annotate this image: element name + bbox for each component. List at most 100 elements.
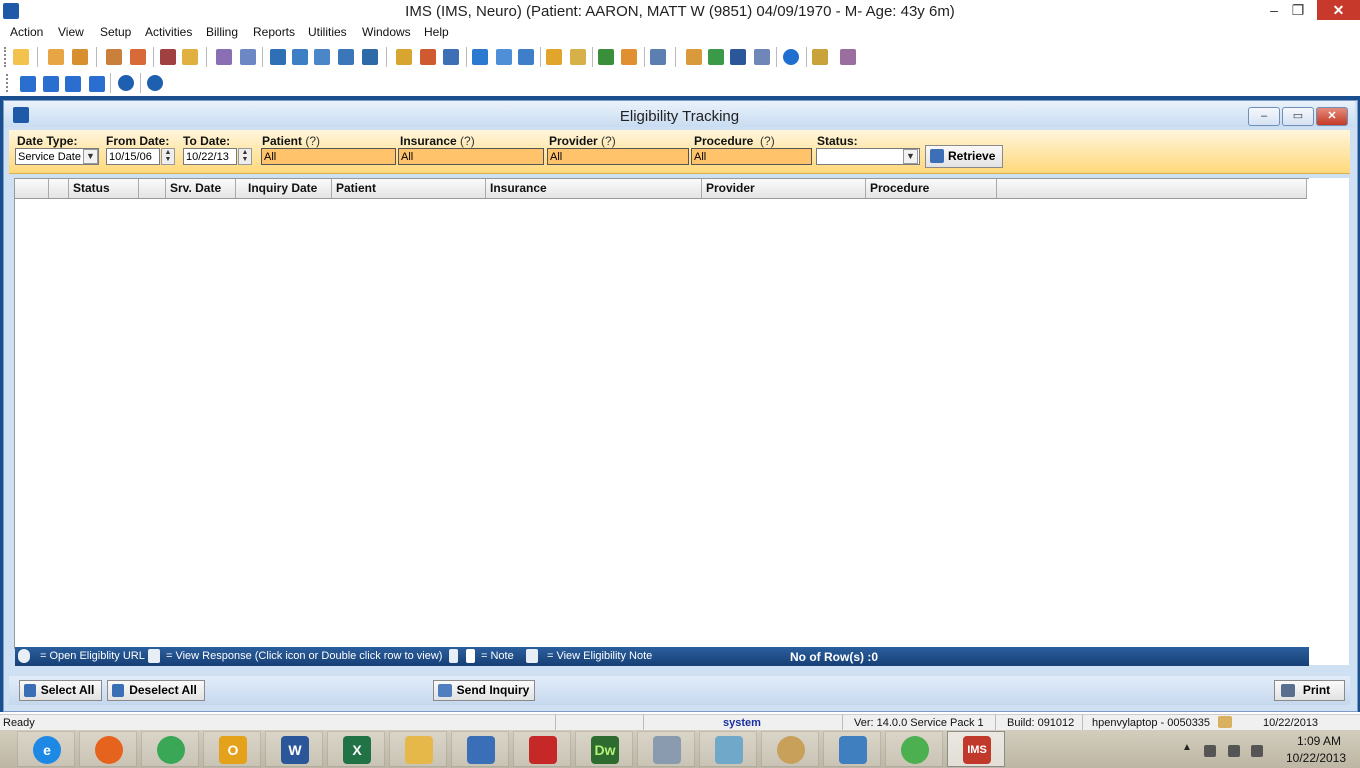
taskbar-word[interactable]: W	[265, 731, 323, 767]
send-inquiry-button[interactable]: Send Inquiry	[433, 680, 535, 701]
messages-icon[interactable]	[443, 49, 459, 65]
menu-help[interactable]: Help	[424, 25, 449, 39]
letters-icon[interactable]	[570, 49, 586, 65]
taskbar-calculator[interactable]	[637, 731, 695, 767]
taskbar-control-panel[interactable]	[823, 731, 881, 767]
charges-icon[interactable]	[292, 49, 308, 65]
taskbar-internet-explorer[interactable]: e	[17, 731, 75, 767]
taskbar-dragon[interactable]	[885, 731, 943, 767]
column-header-srv-date[interactable]: Srv. Date	[166, 179, 236, 198]
provider-help-link[interactable]: (?)	[601, 134, 616, 148]
procedure-help-link[interactable]: (?)	[760, 134, 775, 148]
refresh-icon[interactable]	[118, 75, 134, 91]
menu-action[interactable]: Action	[10, 25, 43, 39]
building-icon[interactable]	[650, 49, 666, 65]
word-export-icon[interactable]	[730, 49, 746, 65]
select-all-button[interactable]: Select All	[19, 680, 102, 701]
provider-field[interactable]: All	[547, 148, 689, 165]
column-header-procedure[interactable]: Procedure	[866, 179, 997, 198]
menu-utilities[interactable]: Utilities	[308, 25, 347, 39]
menu-setup[interactable]: Setup	[100, 25, 131, 39]
taskbar-dreamweaver[interactable]: Dw	[575, 731, 633, 767]
column-header-select[interactable]	[15, 179, 49, 198]
toolbar-grip[interactable]	[4, 47, 9, 67]
column-header-status[interactable]: Status	[69, 179, 139, 198]
battery-icon[interactable]	[1204, 745, 1216, 757]
volume-icon[interactable]	[1251, 745, 1263, 757]
first-record-icon[interactable]	[20, 76, 36, 92]
sync-icon[interactable]	[708, 49, 724, 65]
menu-view[interactable]: View	[58, 25, 84, 39]
previous-record-icon[interactable]	[43, 76, 59, 92]
document-icon[interactable]	[216, 49, 232, 65]
chevron-down-icon[interactable]: ▼	[83, 149, 98, 164]
restore-button[interactable]: ❐	[1284, 0, 1312, 20]
network-icon[interactable]	[1228, 745, 1240, 757]
chart-icon[interactable]	[598, 49, 614, 65]
print-button[interactable]: Print	[1274, 680, 1345, 701]
lock-icon[interactable]	[812, 49, 828, 65]
scan-icon[interactable]	[472, 49, 488, 65]
column-header-icon[interactable]	[49, 179, 69, 198]
patient-search-icon[interactable]	[48, 49, 64, 65]
fax-icon[interactable]	[496, 49, 512, 65]
taskbar-outlook[interactable]: O	[203, 731, 261, 767]
patient-field[interactable]: All	[261, 148, 396, 165]
import-icon[interactable]	[686, 49, 702, 65]
claims-icon[interactable]	[338, 49, 354, 65]
child-minimize-button[interactable]: –	[1248, 107, 1280, 126]
payments-icon[interactable]	[314, 49, 330, 65]
close-button[interactable]: ✕	[1317, 0, 1360, 20]
tasks-icon[interactable]	[420, 49, 436, 65]
menu-windows[interactable]: Windows	[362, 25, 411, 39]
to-date-spinner[interactable]: ▲ ▼	[238, 148, 252, 165]
insurance-field[interactable]: All	[398, 148, 544, 165]
taskbar-acrobat[interactable]	[513, 731, 571, 767]
from-date-input[interactable]: 10/15/06	[106, 148, 160, 165]
column-header-inquiry-date[interactable]: Inquiry Date	[236, 179, 332, 198]
last-record-icon[interactable]	[89, 76, 105, 92]
people-icon[interactable]	[621, 49, 637, 65]
column-header-patient[interactable]: Patient	[332, 179, 486, 198]
taskbar-notes[interactable]	[699, 731, 757, 767]
exit-icon[interactable]	[840, 49, 856, 65]
from-date-spinner[interactable]: ▲ ▼	[161, 148, 175, 165]
clipboard-icon[interactable]	[754, 49, 770, 65]
child-restore-button[interactable]: ▭	[1282, 107, 1314, 126]
cancel-icon[interactable]	[147, 75, 163, 91]
insurance-help-link[interactable]: (?)	[460, 134, 475, 148]
eligibility-icon[interactable]	[362, 49, 378, 65]
patient-icon[interactable]	[13, 49, 29, 65]
patient-help-link[interactable]: (?)	[305, 134, 320, 148]
reports-icon[interactable]	[546, 49, 562, 65]
taskbar-firefox[interactable]	[79, 731, 137, 767]
clock-time[interactable]: 1:09 AM	[1284, 734, 1354, 748]
calendar-icon[interactable]	[396, 49, 412, 65]
deselect-all-button[interactable]: Deselect All	[107, 680, 205, 701]
taskbar-file-explorer[interactable]	[389, 731, 447, 767]
menu-reports[interactable]: Reports	[253, 25, 295, 39]
help-icon[interactable]	[783, 49, 799, 65]
taskbar-chrome[interactable]	[141, 731, 199, 767]
prescription-icon[interactable]	[160, 49, 176, 65]
lab-flask-icon[interactable]	[182, 49, 198, 65]
taskbar-remote-desktop[interactable]	[451, 731, 509, 767]
chevron-down-icon[interactable]: ▼	[903, 149, 918, 164]
next-record-icon[interactable]	[65, 76, 81, 92]
taskbar-excel[interactable]: X	[327, 731, 385, 767]
toolbar-grip[interactable]	[6, 74, 11, 92]
column-header-provider[interactable]: Provider	[702, 179, 866, 198]
clock-date[interactable]: 10/22/2013	[1278, 751, 1354, 765]
tray-chevron-up-icon[interactable]: ▲	[1182, 742, 1192, 753]
child-close-button[interactable]: ✕	[1316, 107, 1348, 126]
mail-icon[interactable]	[518, 49, 534, 65]
billing-icon[interactable]	[270, 49, 286, 65]
taskbar-ims[interactable]: IMS	[947, 731, 1005, 767]
menu-activities[interactable]: Activities	[145, 25, 192, 39]
folder-icon[interactable]	[106, 49, 122, 65]
to-date-input[interactable]: 10/22/13	[183, 148, 237, 165]
procedure-field[interactable]: All	[691, 148, 812, 165]
column-header-insurance[interactable]: Insurance	[486, 179, 702, 198]
taskbar-paint[interactable]	[761, 731, 819, 767]
menu-billing[interactable]: Billing	[206, 25, 238, 39]
